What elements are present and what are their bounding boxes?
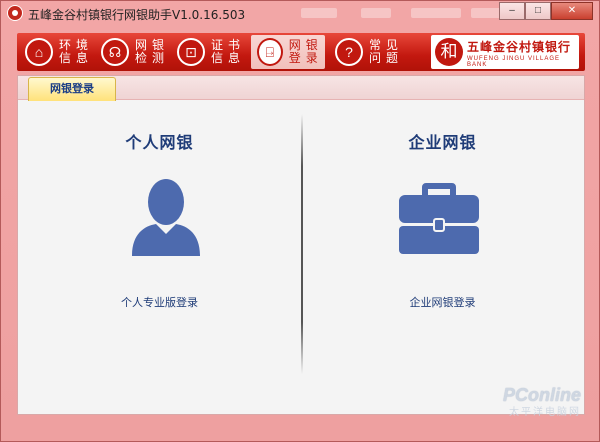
business-login-link[interactable]: 企业网银登录 [301,294,584,310]
home-icon: ⌂ [25,38,53,66]
app-icon [7,5,23,21]
toolbar-item-label: 常见问题 [369,38,404,65]
briefcase-icon[interactable] [398,179,480,255]
blurred-region [411,8,461,18]
business-banking-title: 企业网银 [408,133,477,152]
question-icon: ? [335,38,363,66]
tab-strip: 网银登录 [18,76,584,101]
toolbar-item-bank-check[interactable]: ☊ 网银检测 [95,35,175,69]
toolbar-item-faq[interactable]: ? 常见问题 [329,35,409,69]
window-controls: – □ ✕ [499,2,593,20]
personal-login-link[interactable]: 个人专业版登录 [18,294,301,310]
toolbar-item-cert-info[interactable]: ⊡ 证书信息 [171,35,251,69]
app-window: 五峰金谷村镇银行网银助手V1.0.16.503 – □ ✕ ⌂ 环境信息 ☊ 网… [0,0,600,442]
personal-banking-panel: 个人网银 个人专业版登录 [18,101,301,414]
business-banking-panel: 企业网银 企业网银登录 [301,101,584,414]
toolbar-item-label: 证书信息 [211,38,246,65]
bank-logo: 和 [435,38,463,66]
personal-banking-title: 个人网银 [125,133,194,152]
main-content: 网银登录 个人网银 个人专业版登录 企业网银 企业网银登录 [17,75,585,415]
toolbar-item-label: 环境信息 [59,38,94,65]
login-door-icon: ⍈ [257,38,283,66]
maximize-button[interactable]: □ [525,2,551,20]
blurred-region [301,8,337,18]
main-toolbar: ⌂ 环境信息 ☊ 网银检测 ⊡ 证书信息 ⍈ 网银登录 ? 常见问题 和 五峰金… [17,33,585,71]
person-silhouette-icon[interactable] [130,178,202,256]
watermark: PConline 太平洋电脑网 [503,385,581,418]
tab-bank-login[interactable]: 网银登录 [28,77,116,101]
minimize-button[interactable]: – [499,2,525,20]
blurred-region [361,8,391,18]
stethoscope-icon: ☊ [101,38,129,66]
watermark-line2: 太平洋电脑网 [509,407,581,418]
bank-name-cn: 五峰金谷村镇银行 [467,40,572,54]
bank-brand: 和 五峰金谷村镇银行 WUFENG JINGU VILLAGE BANK [431,35,579,69]
toolbar-item-label: 网银登录 [288,38,323,65]
toolbar-item-bank-login[interactable]: ⍈ 网银登录 [251,35,325,69]
toolbar-item-label: 网银检测 [135,38,170,65]
toolbar-item-env-info[interactable]: ⌂ 环境信息 [19,35,99,69]
title-bar[interactable]: 五峰金谷村镇银行网银助手V1.0.16.503 – □ ✕ [1,1,599,25]
window-title: 五峰金谷村镇银行网银助手V1.0.16.503 [28,8,246,22]
close-button[interactable]: ✕ [551,2,593,20]
bank-name-en: WUFENG JINGU VILLAGE BANK [467,56,561,68]
certificate-icon: ⊡ [177,38,205,66]
